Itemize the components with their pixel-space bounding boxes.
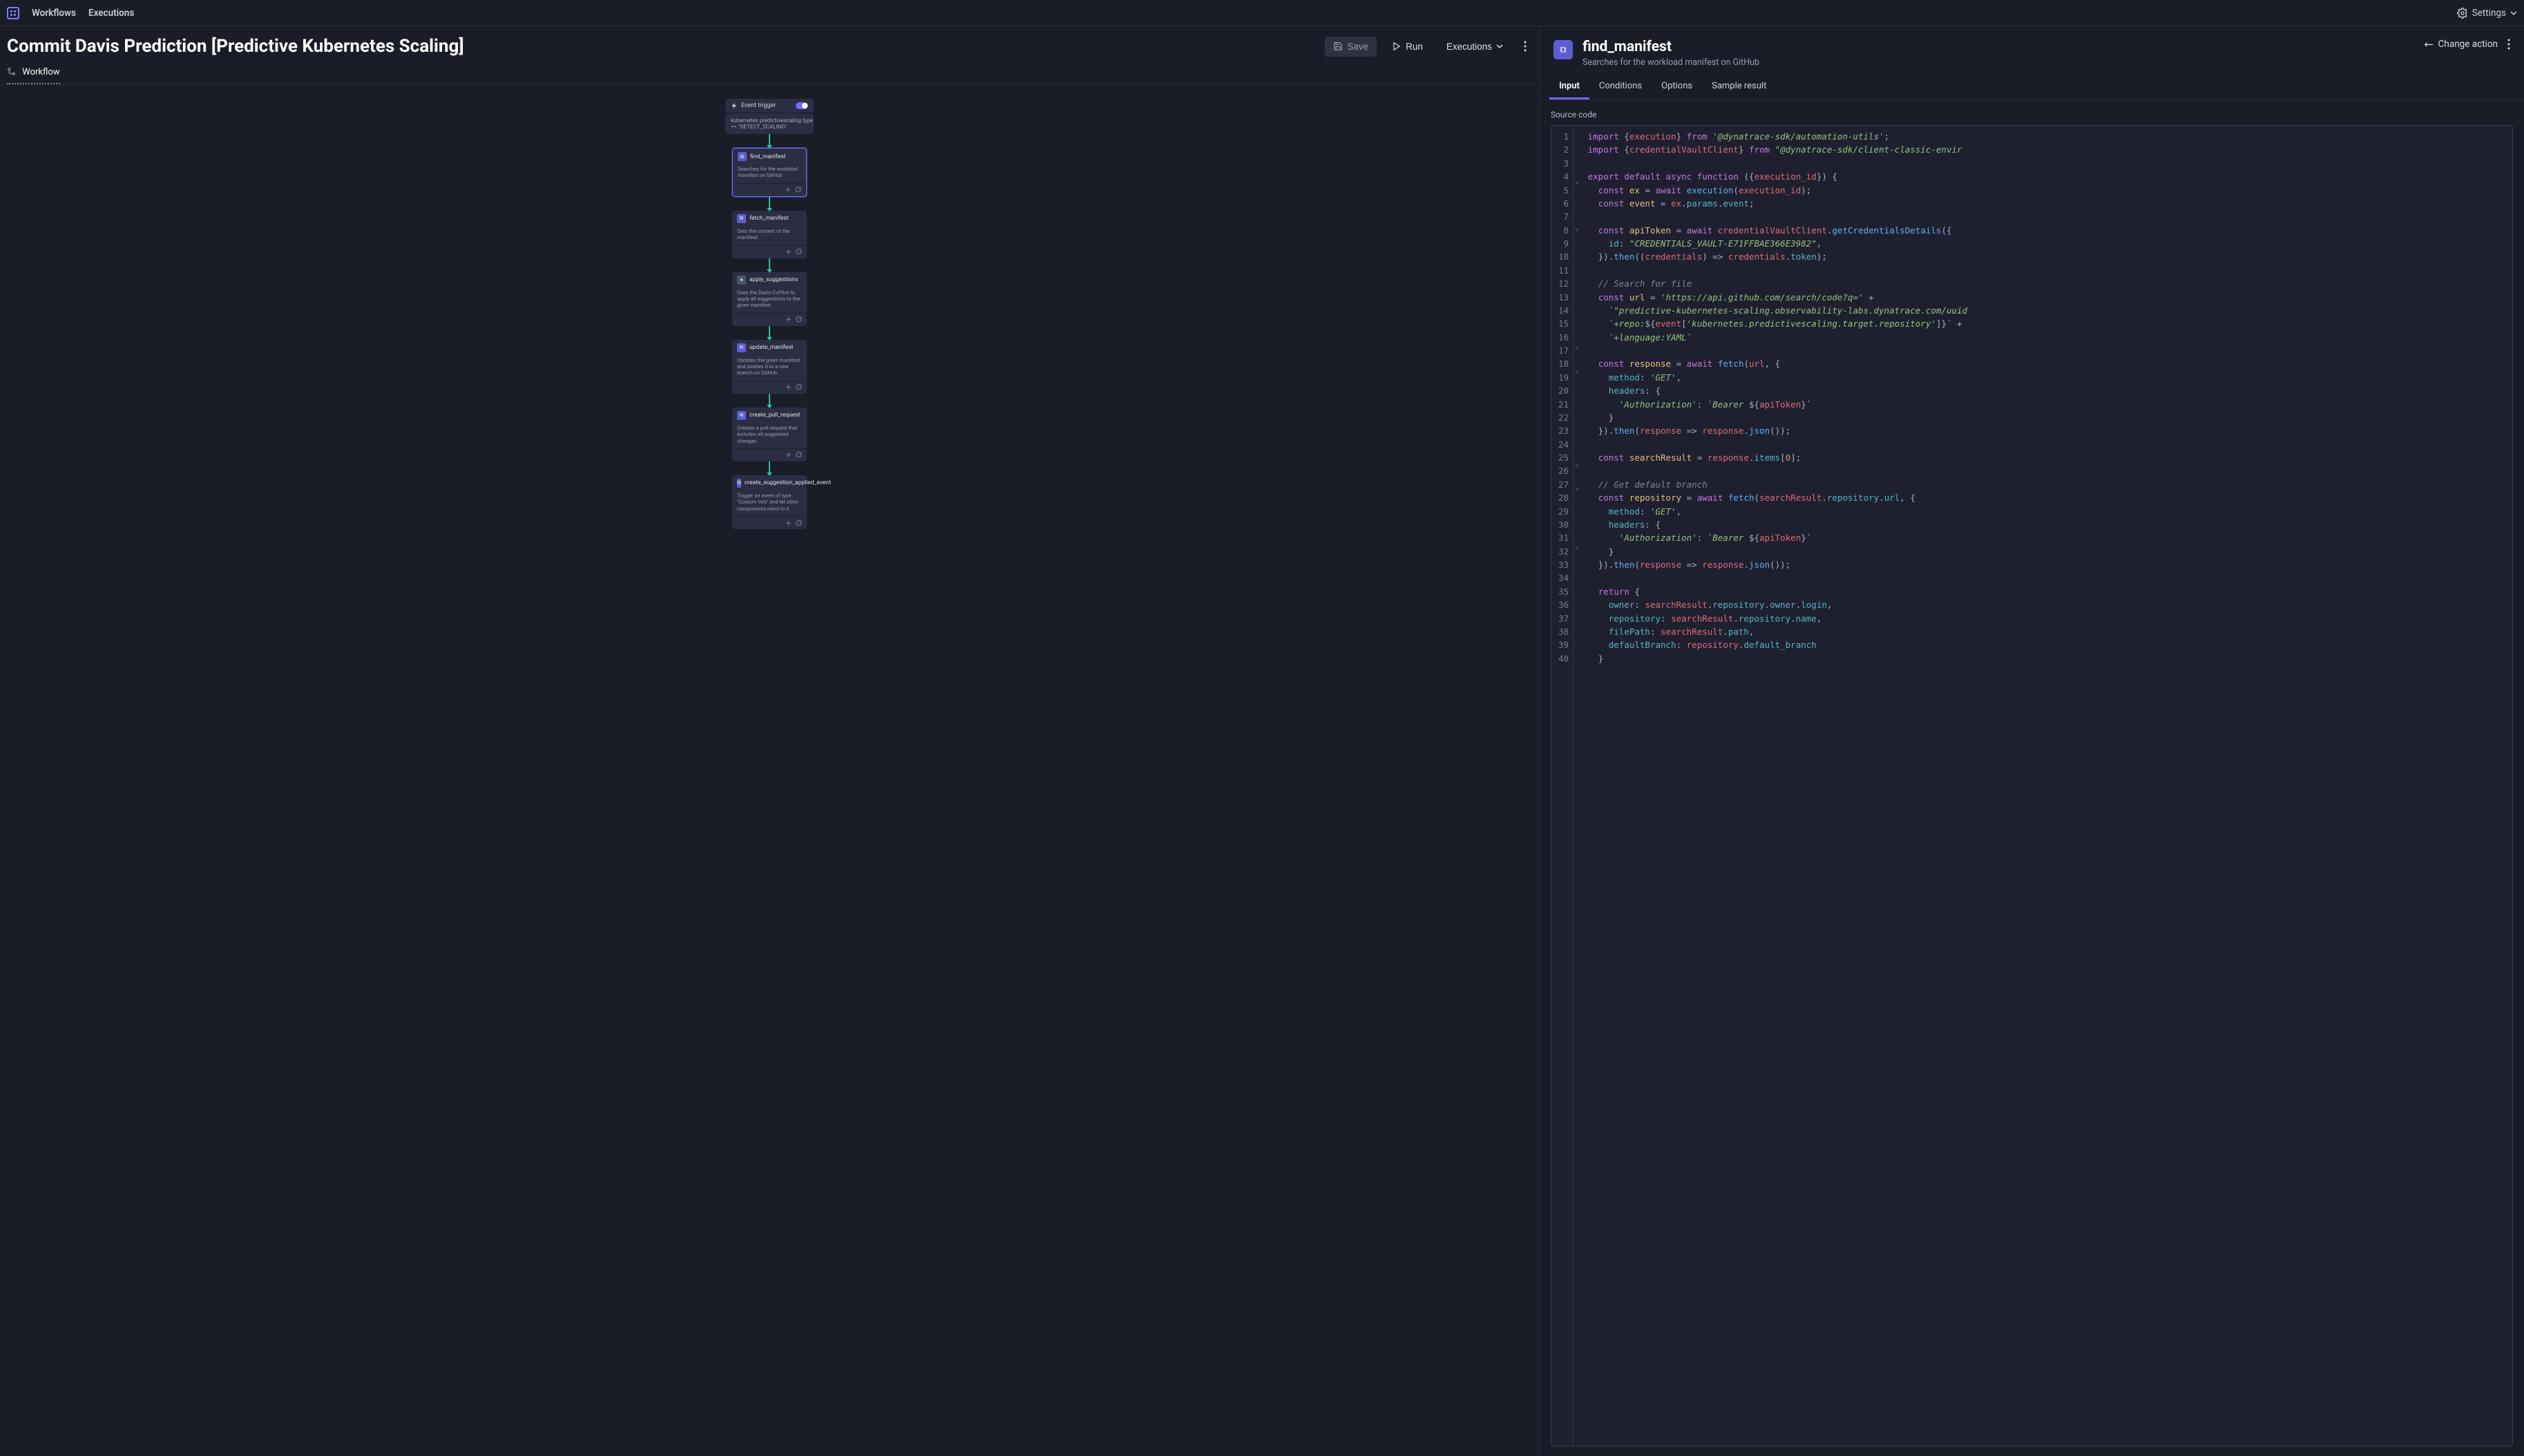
- gear-icon: [2457, 8, 2468, 19]
- dynatrace-icon: ⧉: [737, 214, 746, 223]
- workflow-panel: Commit Davis Prediction [Predictive Kube…: [0, 26, 1540, 1456]
- chevron-down-icon: [1496, 43, 1503, 50]
- code-content[interactable]: import {execution} from '@dynatrace-sdk/…: [1581, 126, 1974, 1446]
- action-panel: ⧉ find_manifest Searches for the workloa…: [1540, 26, 2524, 1456]
- change-action-button[interactable]: Change action: [2424, 39, 2498, 50]
- line-numbers: 1 2 3 4 5 6 7 8 9 10 11 12 13 14 15 16 1…: [1551, 126, 1574, 1446]
- swap-icon: [2424, 39, 2434, 50]
- trigger-node[interactable]: Event trigger: [725, 99, 814, 113]
- dynatrace-icon: ⧉: [737, 479, 741, 488]
- chevron-down-icon: [2510, 10, 2517, 17]
- action-title: find_manifest: [1583, 39, 1759, 55]
- trigger-toggle[interactable]: [796, 102, 808, 109]
- node-update-manifest[interactable]: ⧉update_manifest Updates the given manif…: [732, 340, 807, 394]
- workflow-canvas[interactable]: Event trigger kubernetes.predictivescali…: [0, 85, 1539, 1456]
- dots-vertical-icon: [1524, 41, 1527, 52]
- executions-dropdown[interactable]: Executions: [1438, 37, 1511, 57]
- save-button[interactable]: Save: [1325, 37, 1377, 57]
- settings-button[interactable]: Settings: [2457, 8, 2517, 19]
- tab-sample-result[interactable]: Sample result: [1702, 75, 1776, 99]
- add-icon[interactable]: [785, 452, 792, 459]
- trigger-description: kubernetes.predictivescaling.type == "DE…: [725, 113, 814, 134]
- node-create-suggestion-applied-event[interactable]: ⧉create_suggestion_applied_event Trigger…: [732, 475, 807, 529]
- connector: [769, 394, 770, 408]
- retry-icon[interactable]: [796, 316, 803, 323]
- action-tabs: Input Conditions Options Sample result: [1540, 75, 2524, 100]
- add-icon[interactable]: [785, 519, 792, 526]
- connector: [769, 258, 770, 272]
- tab-conditions[interactable]: Conditions: [1589, 75, 1652, 99]
- action-subtitle: Searches for the workload manifest on Gi…: [1583, 57, 1759, 68]
- connector: [769, 461, 770, 475]
- dots-vertical-icon[interactable]: [2507, 39, 2510, 50]
- retry-icon[interactable]: [796, 384, 803, 391]
- node-find-manifest[interactable]: ⧉find_manifest Searches for the workload…: [732, 148, 807, 197]
- connector: [769, 197, 770, 211]
- source-code-label: Source code: [1551, 110, 2513, 119]
- bolt-icon: [731, 102, 738, 109]
- dynatrace-icon: ⧉: [737, 343, 746, 352]
- fold-gutter[interactable]: ˅ ˅ ˅ ˅ ˅ ˅ ˅: [1574, 126, 1581, 1446]
- run-button[interactable]: Run: [1384, 37, 1431, 57]
- dynatrace-icon: ⧉: [737, 411, 746, 420]
- more-menu-button[interactable]: [1518, 37, 1532, 56]
- code-editor[interactable]: 1 2 3 4 5 6 7 8 9 10 11 12 13 14 15 16 1…: [1551, 125, 2513, 1446]
- topnav: Workflows Executions Settings: [0, 0, 2524, 26]
- node-fetch-manifest[interactable]: ⧉fetch_manifest Gets the content of the …: [732, 211, 807, 258]
- app-icon[interactable]: [7, 7, 19, 19]
- connector: [769, 326, 770, 340]
- workflow-title: Commit Davis Prediction [Predictive Kube…: [7, 36, 464, 57]
- save-icon: [1333, 41, 1343, 51]
- connector: [769, 134, 770, 148]
- ai-icon: ✦: [737, 276, 746, 285]
- tab-workflow[interactable]: Workflow: [7, 67, 60, 84]
- add-icon[interactable]: [785, 249, 792, 256]
- retry-icon[interactable]: [796, 249, 803, 256]
- retry-icon[interactable]: [795, 186, 802, 193]
- add-icon[interactable]: [785, 384, 792, 391]
- tab-options[interactable]: Options: [1652, 75, 1702, 99]
- nav-workflows[interactable]: Workflows: [32, 8, 76, 19]
- retry-icon[interactable]: [796, 452, 803, 459]
- add-icon[interactable]: [785, 316, 792, 323]
- action-icon: ⧉: [1553, 40, 1573, 59]
- retry-icon[interactable]: [796, 519, 803, 526]
- node-apply-suggestions[interactable]: ✦apply_suggestions Uses the Davis CoPilo…: [732, 272, 807, 326]
- add-icon[interactable]: [785, 186, 792, 193]
- play-icon: [1392, 41, 1402, 51]
- tab-input[interactable]: Input: [1549, 75, 1589, 99]
- workflow-icon: [7, 67, 16, 76]
- nav-executions[interactable]: Executions: [88, 8, 134, 19]
- node-create-pull-request[interactable]: ⧉create_pull_request Creates a pull requ…: [732, 408, 807, 461]
- dynatrace-icon: ⧉: [738, 152, 747, 161]
